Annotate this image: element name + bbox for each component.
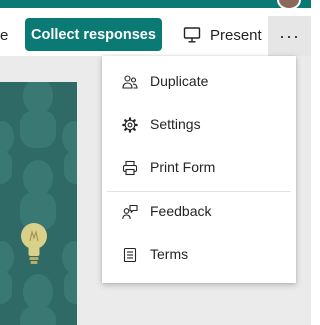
menu-item-label: Feedback — [150, 203, 212, 219]
top-header-strip — [0, 0, 311, 8]
menu-item-print-form[interactable]: Print Form — [102, 148, 296, 188]
document-icon — [123, 247, 137, 263]
present-label: Present — [210, 26, 262, 44]
form-theme-image — [0, 82, 77, 325]
truncated-toolbar-text[interactable]: e — [0, 27, 8, 44]
more-options-button[interactable]: ··· — [268, 16, 311, 56]
printer-icon — [122, 160, 138, 176]
menu-item-label: Print Form — [150, 159, 216, 175]
present-button[interactable]: Present — [183, 24, 262, 46]
lightbulb-pattern-image — [0, 82, 77, 325]
menu-item-label: Terms — [150, 246, 189, 262]
toolbar: e Collect responses Present ··· — [0, 8, 311, 56]
feedback-person-icon — [122, 204, 138, 220]
menu-item-feedback[interactable]: Feedback — [102, 192, 296, 232]
collect-responses-label: Collect responses — [31, 26, 156, 43]
menu-item-terms[interactable]: Terms — [102, 235, 296, 275]
menu-item-label: Duplicate — [150, 73, 209, 89]
menu-item-label: Settings — [150, 116, 201, 132]
gear-icon — [122, 117, 138, 133]
monitor-icon — [183, 27, 201, 43]
menu-item-settings[interactable]: Settings — [102, 105, 296, 145]
menu-item-duplicate[interactable]: Duplicate — [102, 62, 296, 102]
collect-responses-button[interactable]: Collect responses — [25, 18, 162, 51]
more-icon: ··· — [279, 25, 300, 46]
people-duplicate-icon — [122, 75, 138, 89]
more-options-menu: Duplicate Settings Print Form Feedback T… — [102, 56, 296, 283]
